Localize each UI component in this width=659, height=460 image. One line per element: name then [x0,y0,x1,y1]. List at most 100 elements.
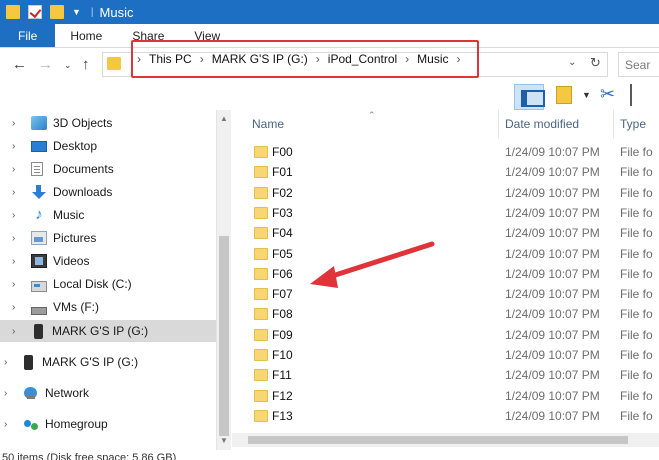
more-options-icon[interactable] [630,84,650,106]
expand-chevron-icon[interactable]: › [12,302,24,313]
nav-item-homegroup[interactable]: › Homegroup [0,413,216,435]
nav-item-label: MARK G'S IP (G:) [52,324,149,338]
ipod-icon [34,323,43,339]
tab-file[interactable]: File [0,24,56,47]
file-date-modified: 1/24/09 10:07 PM [505,307,600,322]
refresh-icon[interactable]: ↻ [590,55,601,71]
expand-chevron-icon[interactable]: › [12,279,24,290]
file-row[interactable]: F11 1/24/09 10:07 PM File fo [232,365,659,385]
file-name: F04 [272,226,293,241]
file-row[interactable]: F08 1/24/09 10:07 PM File fo [232,304,659,324]
expand-chevron-icon[interactable]: › [4,419,16,430]
folder-icon [254,166,268,179]
expand-chevron-icon[interactable]: › [12,210,24,221]
folder-icon [254,288,268,301]
nav-item-network[interactable]: › Network [0,382,216,404]
file-row[interactable]: F00 1/24/09 10:07 PM File fo [232,142,659,162]
cut-scissors-icon[interactable]: ✂ [600,84,615,105]
breadcrumb-drive[interactable]: MARK G'S IP (G:) [212,52,308,66]
quick-access-dropdown-icon[interactable]: ▼ [72,7,81,17]
layout-icon[interactable] [556,86,572,104]
expand-chevron-icon[interactable]: › [12,141,24,152]
nav-item-downloads[interactable]: › Downloads [0,181,216,203]
nav-item-music[interactable]: › ♪ Music [0,204,216,226]
expand-chevron-icon[interactable]: › [12,118,24,129]
folder-icon [254,369,268,382]
tab-home[interactable]: Home [55,24,117,47]
back-arrow-icon[interactable]: ← [12,56,27,73]
scrollbar-thumb[interactable] [219,236,229,436]
file-date-modified: 1/24/09 10:07 PM [505,388,600,403]
nav-item-ipod-selected[interactable]: › MARK G'S IP (G:) [0,320,216,342]
file-type: File fo [620,327,653,342]
file-date-modified: 1/24/09 10:07 PM [505,368,600,383]
nav-item-pictures[interactable]: › Pictures [0,227,216,249]
folder-icon[interactable] [6,5,20,19]
nav-item-label: Downloads [53,185,113,199]
scroll-up-icon[interactable]: ▲ [220,114,228,123]
horizontal-scrollbar[interactable] [232,433,659,447]
nav-item-desktop[interactable]: › Desktop [0,135,216,157]
folder-icon [254,146,268,158]
downloads-icon [31,185,47,199]
expand-chevron-icon[interactable]: › [12,187,24,198]
folder-icon [254,227,268,240]
forward-arrow-icon[interactable]: → [38,56,53,73]
layout-dropdown-icon[interactable]: ▼ [582,90,591,100]
nav-item-ipod[interactable]: › MARK G'S IP (G:) [0,351,216,373]
file-name: F02 [272,185,293,200]
file-row[interactable]: F01 1/24/09 10:07 PM File fo [232,162,659,182]
nav-item-label: 3D Objects [53,116,113,130]
nav-item-3d-objects[interactable]: › 3D Objects [0,112,216,134]
nav-item-vms[interactable]: › VMs (F:) [0,296,216,318]
column-header-date-modified[interactable]: Date modified [499,110,614,138]
folder-icon [254,389,268,402]
file-type: File fo [620,226,653,241]
breadcrumb-ipod-control[interactable]: iPod_Control [328,52,397,66]
breadcrumb-separator-icon[interactable]: › [405,52,409,66]
search-input[interactable]: Sear [618,52,659,77]
file-name: F09 [272,327,293,342]
breadcrumb-music[interactable]: Music [417,52,448,66]
nav-item-label: Network [45,386,90,400]
status-text: 50 items (Disk free space: 5.86 GB) [2,452,177,460]
nav-pane-scrollbar[interactable]: ▲ ▼ [216,110,231,450]
address-dropdown-icon[interactable]: ⌄ [568,57,576,68]
file-name: F12 [272,388,293,403]
expand-chevron-icon[interactable]: › [4,357,16,368]
nav-item-label: Videos [53,254,90,268]
file-type: File fo [620,205,653,220]
properties-check-icon[interactable] [28,5,42,19]
file-type: File fo [620,348,653,362]
nav-item-documents[interactable]: › Documents [0,158,216,180]
breadcrumb-this-pc[interactable]: This PC [149,52,192,66]
expand-chevron-icon[interactable]: › [12,233,24,244]
file-row[interactable]: F13 1/24/09 10:07 PM File fo [232,406,659,426]
nav-item-local-disk[interactable]: › Local Disk (C:) [0,273,216,295]
file-row[interactable]: F03 1/24/09 10:07 PM File fo [232,203,659,223]
address-folder-icon [107,57,121,70]
breadcrumb-separator-icon[interactable]: › [316,52,320,66]
scroll-down-icon[interactable]: ▼ [220,436,228,445]
folder-icon [254,247,268,260]
scrollbar-thumb[interactable] [248,436,628,444]
expand-chevron-icon[interactable]: › [4,388,16,399]
file-row[interactable]: F09 1/24/09 10:07 PM File fo [232,325,659,345]
file-name: F06 [272,266,293,281]
nav-item-videos[interactable]: › Videos [0,250,216,272]
column-header-name[interactable]: Name [246,110,499,138]
expand-chevron-icon[interactable]: › [12,256,24,267]
file-row[interactable]: F02 1/24/09 10:07 PM File fo [232,183,659,203]
preview-pane-icon[interactable] [514,84,545,110]
breadcrumb-separator-icon[interactable]: › [457,52,461,66]
file-name: F01 [272,165,293,180]
expand-chevron-icon[interactable]: › [12,326,24,337]
file-row[interactable]: F10 1/24/09 10:07 PM File fo [232,345,659,365]
expand-chevron-icon[interactable]: › [12,164,24,175]
file-row[interactable]: F12 1/24/09 10:07 PM File fo [232,386,659,406]
recent-locations-chevron-icon[interactable]: ⌄ [64,60,72,71]
new-folder-icon[interactable] [50,5,64,19]
breadcrumb-separator-icon[interactable]: › [200,52,204,66]
up-arrow-icon[interactable]: ↑ [82,56,90,73]
column-header-type[interactable]: Type [614,110,659,138]
